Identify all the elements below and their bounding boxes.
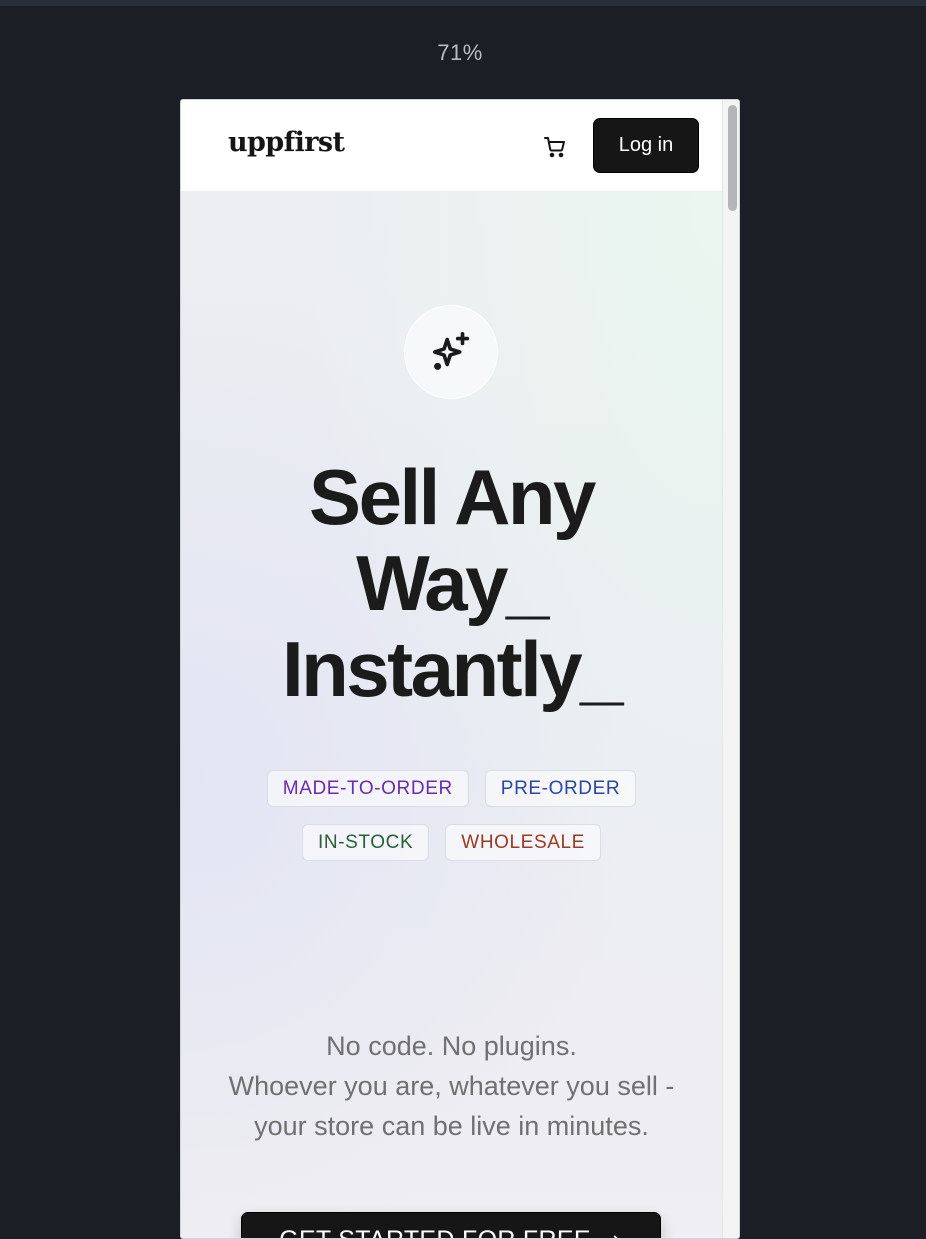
zoom-level: 71%: [437, 40, 483, 65]
arrow-right-icon: [613, 1235, 618, 1238]
subtext-line: your store can be live in minutes.: [254, 1111, 649, 1141]
cart-icon[interactable]: [541, 133, 569, 161]
page-viewport: uppfirst Log in Sell Any Way_ Instantly_…: [181, 100, 722, 1238]
scrollbar-thumb[interactable]: [728, 105, 737, 211]
tag-in-stock: IN-STOCK: [302, 824, 430, 861]
navbar: uppfirst Log in: [181, 100, 722, 192]
device-frame: uppfirst Log in Sell Any Way_ Instantly_…: [180, 99, 740, 1239]
sparkle-badge: [404, 305, 498, 399]
hero-section: Sell Any Way_ Instantly_ MADE-TO-ORDER P…: [181, 192, 722, 1238]
cta-label: GET STARTED FOR FREE: [279, 1226, 591, 1238]
login-button[interactable]: Log in: [593, 118, 699, 173]
hero-subtext: No code. No plugins. Whoever you are, wh…: [181, 1026, 722, 1146]
headline-line: Way_: [356, 539, 549, 627]
vertical-scrollbar[interactable]: [722, 100, 739, 1238]
get-started-button[interactable]: GET STARTED FOR FREE: [241, 1212, 661, 1238]
headline-line: Instantly_: [281, 625, 624, 713]
tag-wholesale: WHOLESALE: [445, 824, 601, 861]
sparkle-icon: [432, 331, 470, 370]
window-top-edge: [0, 0, 926, 6]
tag-pre-order: PRE-ORDER: [484, 770, 637, 807]
subtext-line: No code. No plugins.: [326, 1031, 577, 1061]
brand-logo[interactable]: uppfirst: [228, 127, 345, 158]
subtext-line: Whoever you are, whatever you sell -: [228, 1071, 675, 1101]
tag-made-to-order: MADE-TO-ORDER: [266, 770, 469, 807]
headline-line: Sell Any: [309, 453, 596, 541]
selling-mode-tags: MADE-TO-ORDER PRE-ORDER IN-STOCK WHOLESA…: [181, 770, 722, 878]
hero-headline: Sell Any Way_ Instantly_: [181, 454, 722, 712]
